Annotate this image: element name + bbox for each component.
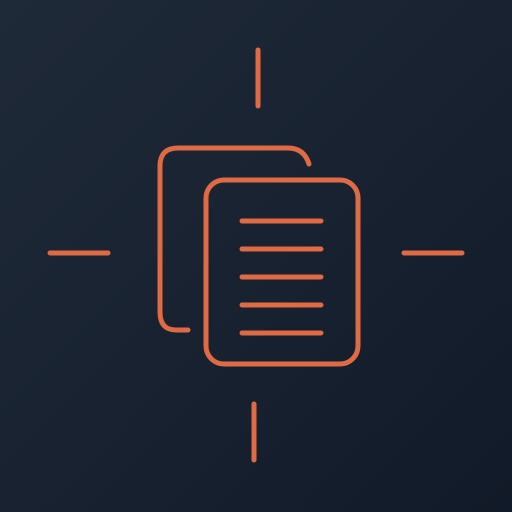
icon-canvas bbox=[0, 0, 512, 512]
copy-document-icon bbox=[0, 0, 512, 512]
